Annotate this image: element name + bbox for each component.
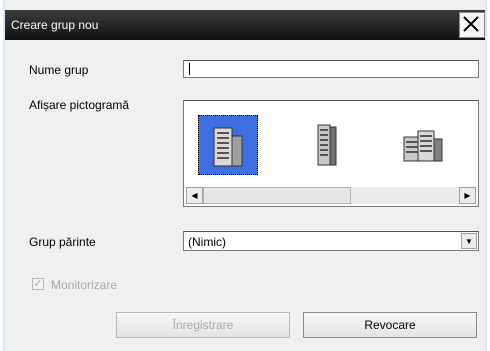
tower-icon (317, 124, 337, 166)
horizontal-scrollbar[interactable]: ◀ ▶ (186, 187, 476, 204)
text-caret (189, 63, 190, 75)
monitoring-label: Monitorizare (51, 278, 118, 292)
parent-group-value: (Nimic) (188, 235, 226, 249)
dialog-title: Creare grup nou (11, 18, 99, 32)
dropdown-button[interactable]: ▼ (461, 233, 477, 249)
create-group-dialog: Creare grup nou Nume grup Afișare pictog… (3, 0, 487, 351)
arrow-left-icon: ◀ (191, 191, 198, 200)
scroll-right-button[interactable]: ▶ (459, 187, 476, 204)
title-bar[interactable]: Creare grup nou (5, 10, 485, 40)
chevron-down-icon: ▼ (465, 236, 473, 246)
close-button[interactable] (459, 12, 485, 38)
building-icon (213, 127, 243, 167)
cancel-button[interactable]: Revocare (303, 312, 477, 338)
tower-building-icon[interactable] (296, 115, 356, 175)
parent-group-select[interactable]: (Nimic) ▼ (183, 231, 479, 251)
icon-display-label: Afișare pictogramă (29, 98, 130, 112)
group-name-label: Nume grup (29, 63, 89, 77)
scroll-thumb[interactable] (203, 187, 351, 204)
save-button-label: Înregistrare (172, 318, 234, 332)
icon-list[interactable]: ◀ ▶ (183, 100, 479, 207)
office-building-icon[interactable] (392, 115, 452, 175)
cancel-button-label: Revocare (364, 318, 416, 332)
office-icon (403, 130, 443, 162)
arrow-right-icon: ▶ (464, 191, 471, 200)
save-button[interactable]: Înregistrare (116, 312, 290, 338)
monitoring-checkbox[interactable]: ✓ (32, 278, 44, 290)
parent-group-label: Grup părinte (29, 235, 96, 249)
scroll-left-button[interactable]: ◀ (186, 187, 203, 204)
close-icon (463, 16, 479, 32)
group-name-input[interactable] (183, 60, 479, 78)
building-icon-selected[interactable] (198, 115, 258, 175)
